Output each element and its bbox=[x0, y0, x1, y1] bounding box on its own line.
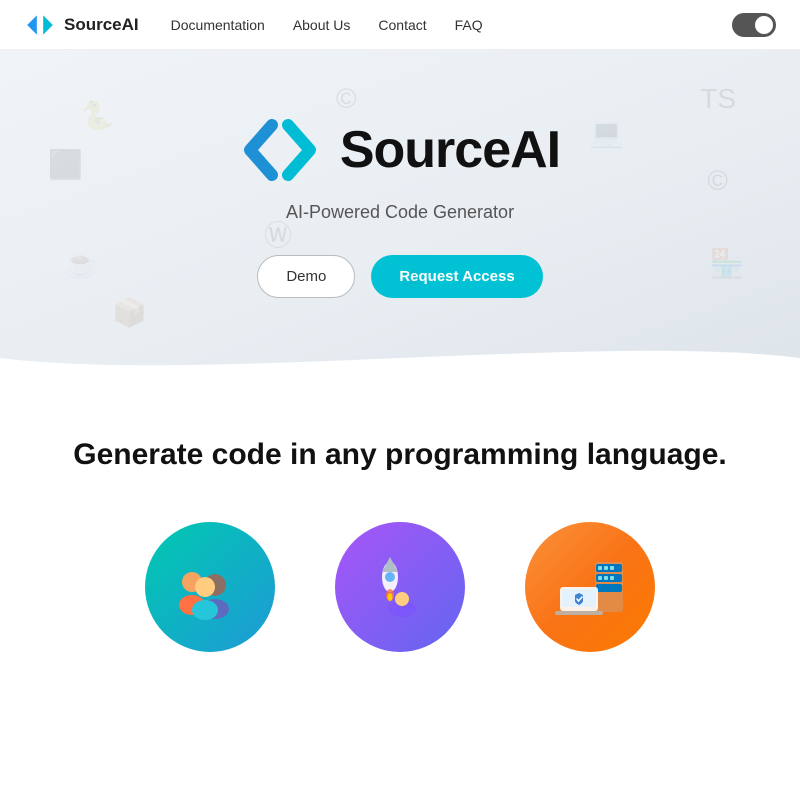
section-headline: Generate code in any programming languag… bbox=[20, 438, 780, 472]
dark-mode-toggle[interactable] bbox=[732, 13, 776, 37]
demo-button[interactable]: Demo bbox=[257, 255, 355, 298]
hero-logo-wrap: SourceAI bbox=[20, 110, 780, 190]
feature-circle-rocket bbox=[335, 522, 465, 652]
hero-section: 🐍 ⬛ ☕ 📦 © TS © 🏪 Ⓦ ⚛ 💻 SourceAI AI-Power… bbox=[0, 50, 800, 378]
bg-icon-pkg: 📦 bbox=[112, 296, 147, 329]
nav-documentation[interactable]: Documentation bbox=[171, 17, 265, 33]
brand-name: SourceAI bbox=[64, 15, 139, 35]
nav-links: Documentation About Us Contact FAQ bbox=[171, 17, 732, 33]
nav-faq[interactable]: FAQ bbox=[455, 17, 483, 33]
features-row bbox=[20, 522, 780, 652]
feature-team bbox=[145, 522, 275, 652]
hero-buttons: Demo Request Access bbox=[20, 255, 780, 298]
hero-logo-icon bbox=[240, 110, 320, 190]
feature-circle-team bbox=[145, 522, 275, 652]
feature-circle-server bbox=[525, 522, 655, 652]
request-access-button[interactable]: Request Access bbox=[371, 255, 542, 298]
feature-server bbox=[525, 522, 655, 652]
navbar: SourceAI Documentation About Us Contact … bbox=[0, 0, 800, 50]
generate-section: Generate code in any programming languag… bbox=[0, 378, 800, 692]
hero-subtitle: AI-Powered Code Generator bbox=[20, 202, 780, 223]
nav-about-us[interactable]: About Us bbox=[293, 17, 351, 33]
brand-logo[interactable]: SourceAI bbox=[24, 9, 139, 41]
server-illustration bbox=[550, 547, 630, 627]
people-illustration bbox=[170, 547, 250, 627]
feature-rocket bbox=[335, 522, 465, 652]
hero-wave bbox=[0, 328, 800, 378]
theme-toggle-wrap bbox=[732, 13, 776, 37]
rocket-illustration bbox=[360, 547, 440, 627]
nav-contact[interactable]: Contact bbox=[378, 17, 426, 33]
hero-title: SourceAI bbox=[340, 120, 560, 180]
